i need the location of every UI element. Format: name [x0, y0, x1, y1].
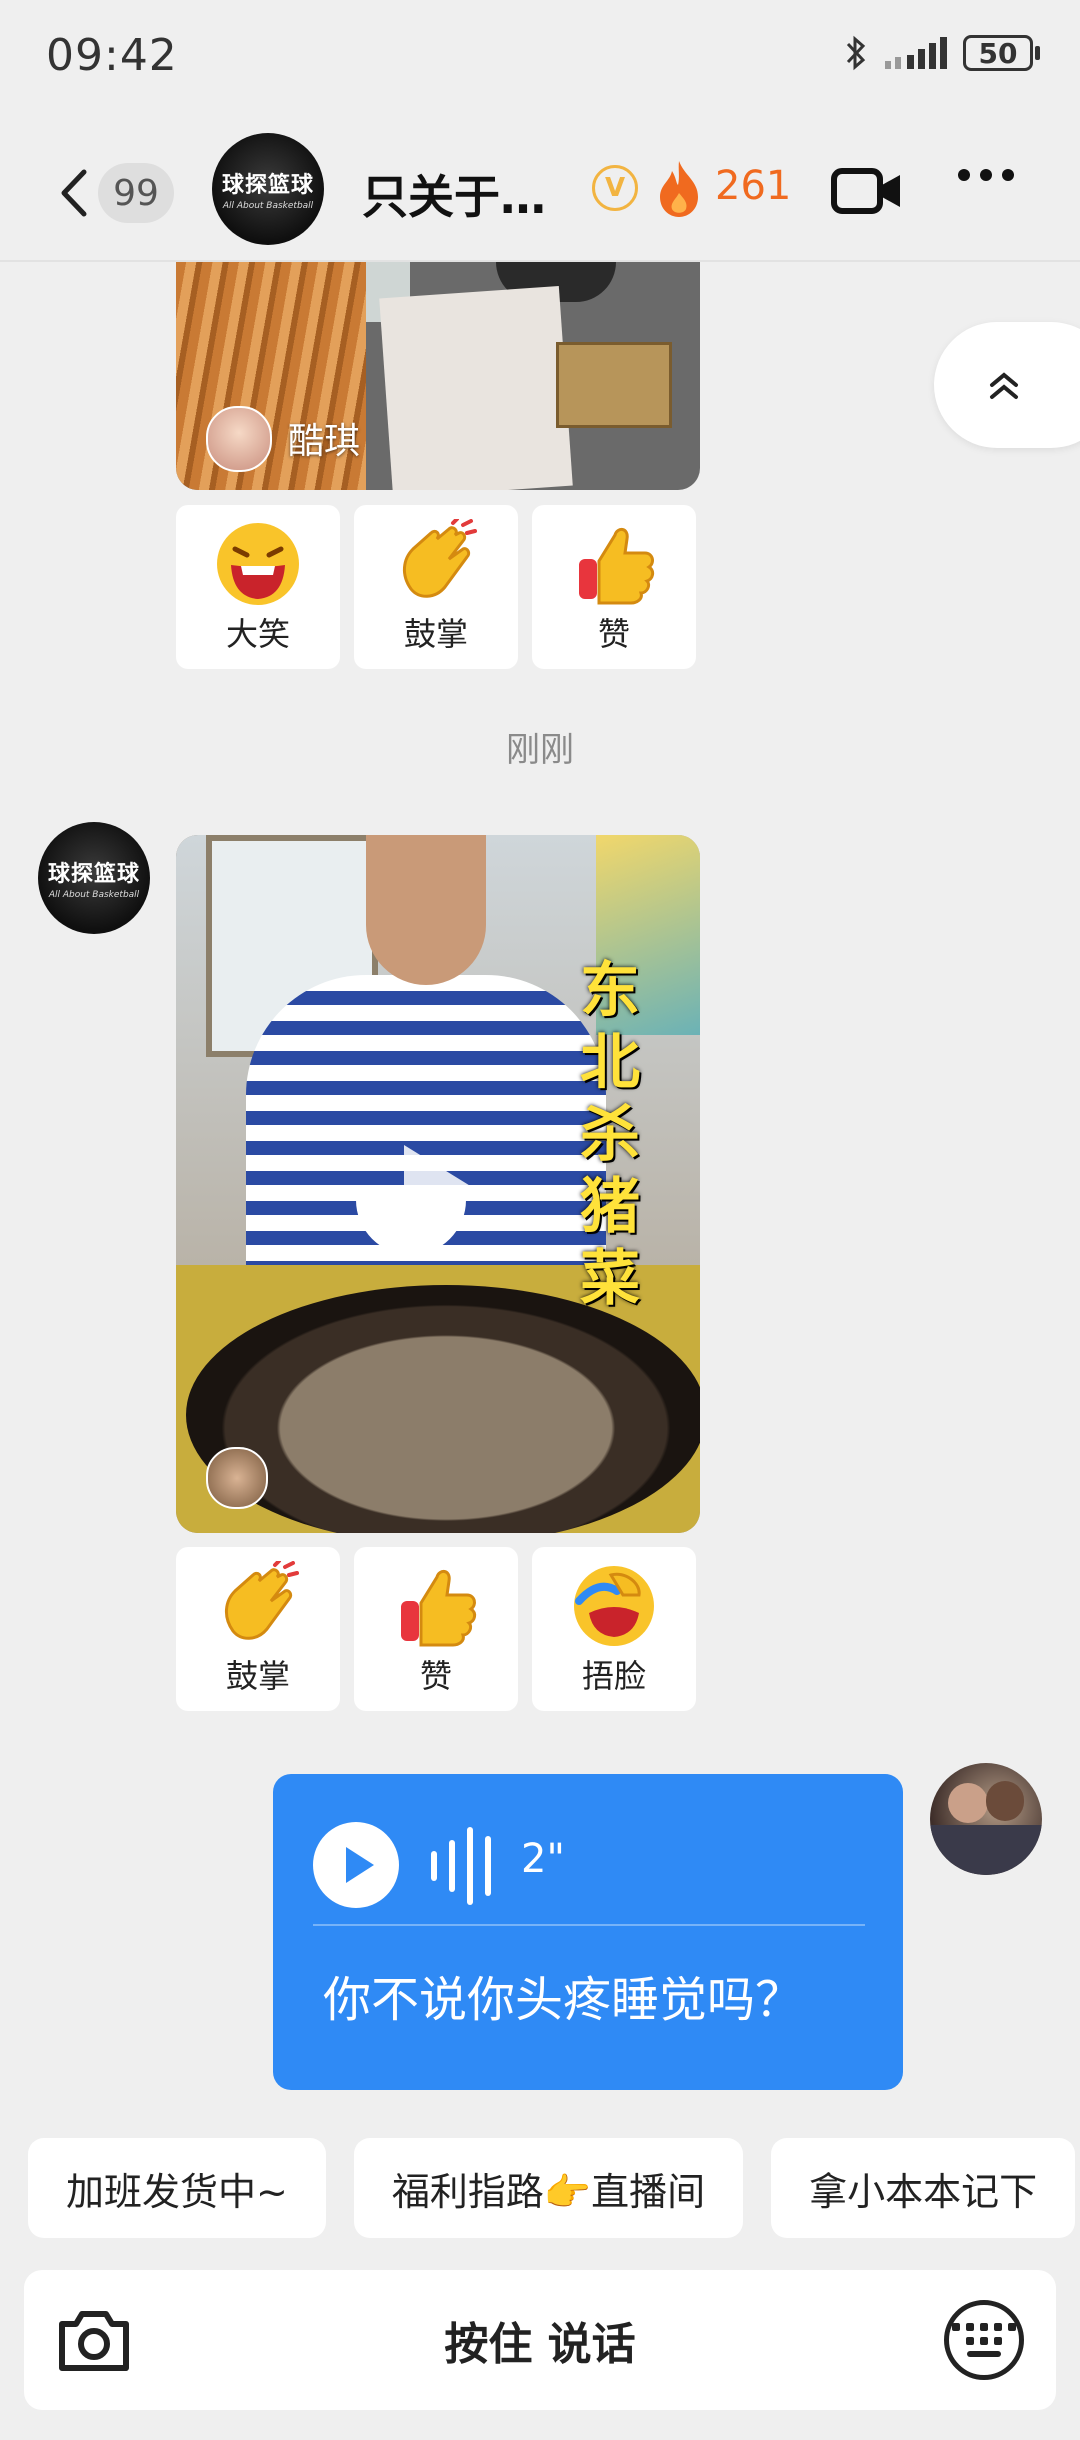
- laugh-emoji-icon: [217, 523, 299, 605]
- avatar-logo-subtitle: All About Basketball: [48, 890, 140, 900]
- unread-count-badge: 99: [98, 163, 174, 223]
- reaction-like-button[interactable]: 赞: [354, 1547, 518, 1711]
- status-time: 09:42: [46, 30, 178, 81]
- group-avatar[interactable]: 球探篮球 All About Basketball: [212, 133, 324, 245]
- thumbs-up-emoji-icon: [401, 1570, 477, 1647]
- quick-reply-chip[interactable]: 福利指路👉直播间: [353, 2138, 744, 2238]
- chat-header: 99 球探篮球 All About Basketball 只关于… V 261: [0, 125, 1080, 262]
- vip-icon[interactable]: V: [592, 165, 638, 211]
- video-call-icon[interactable]: [830, 161, 904, 221]
- voice-duration: 2": [521, 1836, 565, 1882]
- chat-title[interactable]: 只关于…: [362, 161, 546, 227]
- reaction-row: 大笑 鼓掌 赞: [176, 505, 696, 669]
- battery-icon: 50: [963, 35, 1033, 71]
- author-avatar: [206, 406, 272, 472]
- clap-emoji-icon: [225, 1561, 299, 1640]
- double-chevron-up-icon: [990, 372, 1018, 399]
- reaction-label: 鼓掌: [225, 1657, 290, 1695]
- clap-emoji-icon: [403, 519, 477, 598]
- fire-icon: [660, 161, 698, 217]
- reaction-clap-button[interactable]: 鼓掌: [354, 505, 518, 669]
- reaction-label: 捂脸: [581, 1657, 646, 1695]
- reaction-label: 大笑: [225, 615, 290, 653]
- author-avatar: [206, 1447, 268, 1509]
- quick-reply-chip[interactable]: 加班发货中~: [28, 2138, 326, 2238]
- sender-avatar[interactable]: 球探篮球 All About Basketball: [38, 822, 150, 934]
- avatar-logo: 球探篮球: [47, 861, 140, 887]
- input-bar: 按住 说话: [24, 2270, 1056, 2410]
- thumbs-up-emoji-icon: [579, 528, 655, 605]
- quick-reply-row: 加班发货中~ 福利指路👉直播间 拿小本本记下: [28, 2138, 1076, 2238]
- bluetooth-icon: [846, 35, 866, 71]
- keyboard-icon[interactable]: [944, 2300, 1024, 2380]
- back-icon: [61, 169, 87, 217]
- reaction-like-button[interactable]: 赞: [532, 505, 696, 669]
- fire-count: 261: [715, 163, 792, 209]
- status-bar: 09:42 50: [0, 0, 1080, 125]
- shared-video-card-partial[interactable]: 酷琪: [176, 262, 700, 490]
- hold-to-talk-button[interactable]: 按住 说话: [24, 2270, 1056, 2410]
- shared-video-card[interactable]: 东北杀猪菜: [176, 835, 700, 1533]
- reaction-laugh-button[interactable]: 大笑: [176, 505, 340, 669]
- play-icon: [346, 1847, 374, 1883]
- quick-reply-chip[interactable]: 拿小本本记下: [771, 2138, 1076, 2238]
- reaction-row: 鼓掌 赞 捂脸: [176, 1547, 696, 1711]
- voice-play-button[interactable]: [313, 1822, 399, 1908]
- reaction-label: 赞: [597, 615, 630, 653]
- reaction-facepalm-button[interactable]: 捂脸: [532, 1547, 696, 1711]
- back-button[interactable]: 99: [58, 161, 178, 225]
- more-icon[interactable]: [958, 169, 1014, 181]
- camera-icon[interactable]: [54, 2304, 134, 2376]
- facepalm-emoji-icon: [574, 1566, 654, 1646]
- avatar-logo-subtitle: All About Basketball: [222, 201, 314, 211]
- reaction-clap-button[interactable]: 鼓掌: [176, 1547, 340, 1711]
- video-play-icon[interactable]: [404, 1145, 472, 1229]
- bubble-divider: [313, 1924, 865, 1926]
- signal-icon: [885, 37, 947, 69]
- author-name: 酷琪: [288, 421, 361, 462]
- voice-message-bubble[interactable]: 2" 你不说你头疼睡觉吗？: [273, 1774, 903, 2090]
- status-icons: 50: [843, 34, 1040, 72]
- message-timestamp: 刚刚: [506, 730, 574, 770]
- my-avatar[interactable]: [930, 1763, 1042, 1875]
- voice-transcript: 你不说你头疼睡觉吗？: [323, 1972, 804, 2028]
- video-overlay-text: 东北杀猪菜: [580, 956, 640, 1314]
- avatar-logo: 球探篮球: [221, 172, 314, 198]
- reaction-label: 赞: [419, 1657, 452, 1695]
- scroll-up-button[interactable]: [934, 322, 1080, 448]
- reaction-label: 鼓掌: [403, 615, 468, 653]
- voice-waveform-icon: [431, 1826, 491, 1906]
